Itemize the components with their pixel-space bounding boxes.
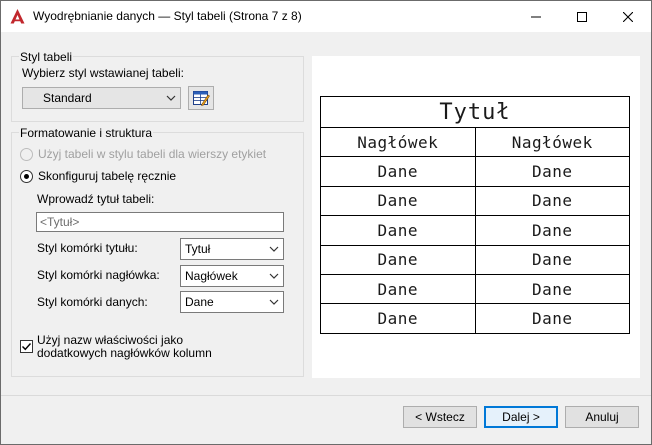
table-title-input[interactable]: [37, 213, 283, 231]
table-preview: Tytuł Nagłówek Nagłówek Dane Dane Dane D…: [312, 56, 640, 378]
maximize-icon: [577, 11, 587, 22]
preview-header-row: Nagłówek Nagłówek: [320, 126, 630, 158]
preview-title-row: Tytuł: [320, 96, 630, 128]
preview-data-cell: Dane: [474, 244, 630, 275]
preview-data-cell: Dane: [474, 303, 630, 334]
manual-setup-radio-label: Skonfiguruj tabelę ręcznie: [38, 169, 177, 183]
preview-data-cell: Dane: [320, 273, 476, 305]
select-style-label: Wybierz styl wstawianej tabeli:: [22, 66, 184, 80]
table-style-dropdown[interactable]: Standard: [22, 87, 181, 109]
minimize-button[interactable]: [513, 1, 559, 32]
window-title: Wyodrębnianie danych — Styl tabeli (Stro…: [33, 9, 302, 23]
preview-data-cell: Dane: [320, 244, 476, 275]
data-cell-style-value: Dane: [185, 295, 214, 309]
preview-data-cell: Dane: [320, 215, 476, 246]
autocad-logo-icon: [10, 9, 25, 24]
back-button[interactable]: < Wstecz: [403, 406, 477, 428]
preview-data-row: Dane Dane: [320, 244, 630, 275]
preview-title-cell: Tytuł: [320, 96, 630, 128]
preview-data-row: Dane Dane: [320, 273, 630, 305]
preview-data-cell: Dane: [320, 156, 476, 187]
preview-data-cell: Dane: [474, 185, 630, 217]
preview-data-row: Dane Dane: [320, 156, 630, 187]
preview-data-cell: Dane: [474, 156, 630, 187]
title-prompt-label: Wprowadź tytuł tabeli:: [37, 192, 155, 206]
preview-data-cell: Dane: [474, 215, 630, 246]
table-style-value: Standard: [43, 91, 92, 105]
header-cell-style-label: Styl komórki nagłówka:: [37, 268, 160, 282]
chevron-down-icon: [269, 299, 279, 305]
preview-header-cell: Nagłówek: [474, 126, 630, 158]
preview-table: Tytuł Nagłówek Nagłówek Dane Dane Dane D…: [320, 96, 630, 334]
preview-data-row: Dane Dane: [320, 215, 630, 246]
chevron-down-icon: [269, 246, 279, 252]
chevron-down-icon: [166, 95, 176, 101]
preview-data-row: Dane Dane: [320, 185, 630, 217]
use-property-names-label-line2: dodatkowych nagłówków kolumn: [37, 346, 212, 360]
data-cell-style-dropdown[interactable]: Dane: [180, 291, 284, 313]
use-property-names-label-line1: Użyj nazw właściwości jako: [37, 333, 184, 347]
table-style-group-label: Styl tabeli: [19, 50, 74, 64]
title-bar: Wyodrębnianie danych — Styl tabeli (Stro…: [1, 1, 651, 32]
use-property-names-checkbox[interactable]: [20, 340, 33, 353]
preview-data-cell: Dane: [320, 303, 476, 334]
preview-header-cell: Nagłówek: [320, 126, 476, 158]
close-button[interactable]: [605, 1, 651, 32]
header-cell-style-dropdown[interactable]: Nagłówek: [180, 265, 284, 287]
title-cell-style-label: Styl komórki tytułu:: [37, 241, 138, 255]
preview-data-row: Dane Dane: [320, 303, 630, 334]
header-cell-style-value: Nagłówek: [185, 269, 238, 283]
minimize-icon: [531, 16, 541, 17]
preview-data-cell: Dane: [474, 273, 630, 305]
edit-table-style-button[interactable]: [188, 86, 214, 110]
title-cell-style-dropdown[interactable]: Tytuł: [180, 238, 284, 260]
manual-setup-radio[interactable]: [20, 170, 33, 183]
dialog-window: Wyodrębnianie danych — Styl tabeli (Stro…: [0, 0, 652, 445]
data-cell-style-label: Styl komórki danych:: [37, 295, 148, 309]
cancel-button[interactable]: Anuluj: [565, 406, 639, 428]
table-title-input-box[interactable]: [36, 212, 284, 232]
formatting-group-label: Formatowanie i struktura: [19, 126, 154, 140]
use-table-style-radio[interactable]: [20, 148, 33, 161]
chevron-down-icon: [269, 273, 279, 279]
radio-selected-dot: [24, 174, 29, 179]
checkmark-icon: [22, 343, 32, 351]
table-style-edit-icon: [193, 91, 210, 107]
maximize-button[interactable]: [559, 1, 605, 32]
preview-data-cell: Dane: [320, 185, 476, 217]
next-button[interactable]: Dalej >: [484, 406, 558, 428]
close-icon: [623, 11, 633, 22]
use-table-style-radio-label: Użyj tabeli w stylu tabeli dla wierszy e…: [38, 147, 267, 161]
footer-separator: [1, 395, 651, 396]
title-cell-style-value: Tytuł: [185, 242, 211, 256]
